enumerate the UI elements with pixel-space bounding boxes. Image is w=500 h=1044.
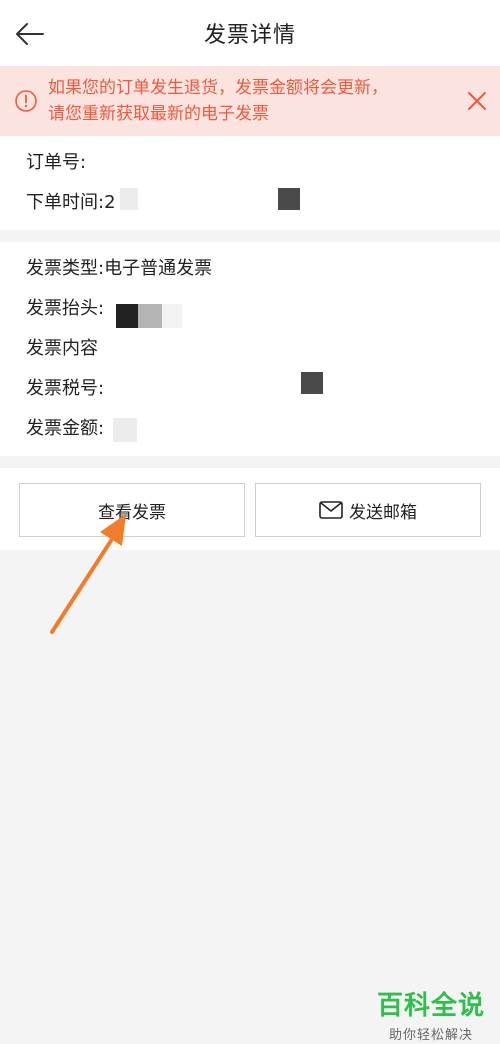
- notice-line-2: 请您重新获取最新的电子发票: [48, 104, 269, 124]
- notice-text: 如果您的订单发生退货，发票金额将会更新， 请您重新获取最新的电子发票: [48, 75, 448, 127]
- masked-text-block: [120, 188, 138, 210]
- invoice-content-row: 发票内容: [26, 334, 98, 364]
- action-button-area: 查看发票 发送邮箱: [0, 468, 500, 550]
- masked-text-block: [301, 372, 323, 394]
- back-button[interactable]: [14, 18, 46, 50]
- page-title: 发票详情: [203, 23, 296, 48]
- invoice-type-value: 电子普通发票: [104, 258, 213, 279]
- mail-icon: [319, 501, 343, 519]
- order-info-section: 订单号: 下单时间:2: [0, 136, 500, 230]
- watermark-sub-text: 助你轻松解决: [388, 1028, 473, 1043]
- masked-text-block: [116, 304, 138, 328]
- masked-text-block: [113, 418, 137, 442]
- order-time-label: 下单时间:: [26, 192, 105, 213]
- order-time-value: 2: [104, 192, 116, 213]
- invoice-tax-label: 发票税号:: [26, 378, 105, 399]
- back-arrow-icon: [16, 23, 44, 45]
- view-invoice-label: 查看发票: [98, 502, 166, 523]
- invoice-detail-page: 发票详情 如果您的订单发生退货，发票金额将会更新， 请您重新获取最新的电子发票 …: [0, 0, 500, 1044]
- order-number-label: 订单号:: [26, 152, 87, 173]
- view-invoice-button[interactable]: 查看发票: [19, 483, 245, 537]
- masked-text-block: [138, 304, 162, 328]
- invoice-header-label: 发票抬头:: [26, 298, 105, 319]
- refund-notice-banner: 如果您的订单发生退货，发票金额将会更新， 请您重新获取最新的电子发票: [0, 66, 500, 136]
- notice-line-1: 如果您的订单发生退货，发票金额将会更新，: [48, 78, 388, 98]
- invoice-header-row: 发票抬头:: [26, 294, 104, 324]
- invoice-type-row: 发票类型:电子普通发票: [26, 254, 212, 284]
- send-email-button[interactable]: 发送邮箱: [255, 483, 481, 537]
- close-icon[interactable]: [464, 88, 490, 114]
- invoice-tax-row: 发票税号:: [26, 374, 104, 404]
- info-icon: [15, 90, 37, 112]
- invoice-amount-row: 发票金额:: [26, 414, 104, 444]
- invoice-type-label: 发票类型:: [26, 258, 105, 279]
- invoice-info-section: 发票类型:电子普通发票 发票抬头: 发票内容 发票税号: 发票金额:: [0, 242, 500, 456]
- send-email-label: 发送邮箱: [349, 502, 417, 523]
- invoice-amount-label: 发票金额:: [26, 418, 105, 439]
- order-time-row: 下单时间:2: [26, 188, 116, 218]
- watermark-main-text: 百科全说: [376, 991, 485, 1021]
- order-number-row: 订单号:: [26, 148, 86, 178]
- masked-text-block: [278, 188, 300, 210]
- invoice-content-label: 发票内容: [26, 338, 98, 359]
- masked-text-block: [162, 304, 182, 328]
- header-bar: 发票详情: [0, 0, 500, 66]
- watermark-logo: 百科全说 助你轻松解决: [374, 985, 488, 1043]
